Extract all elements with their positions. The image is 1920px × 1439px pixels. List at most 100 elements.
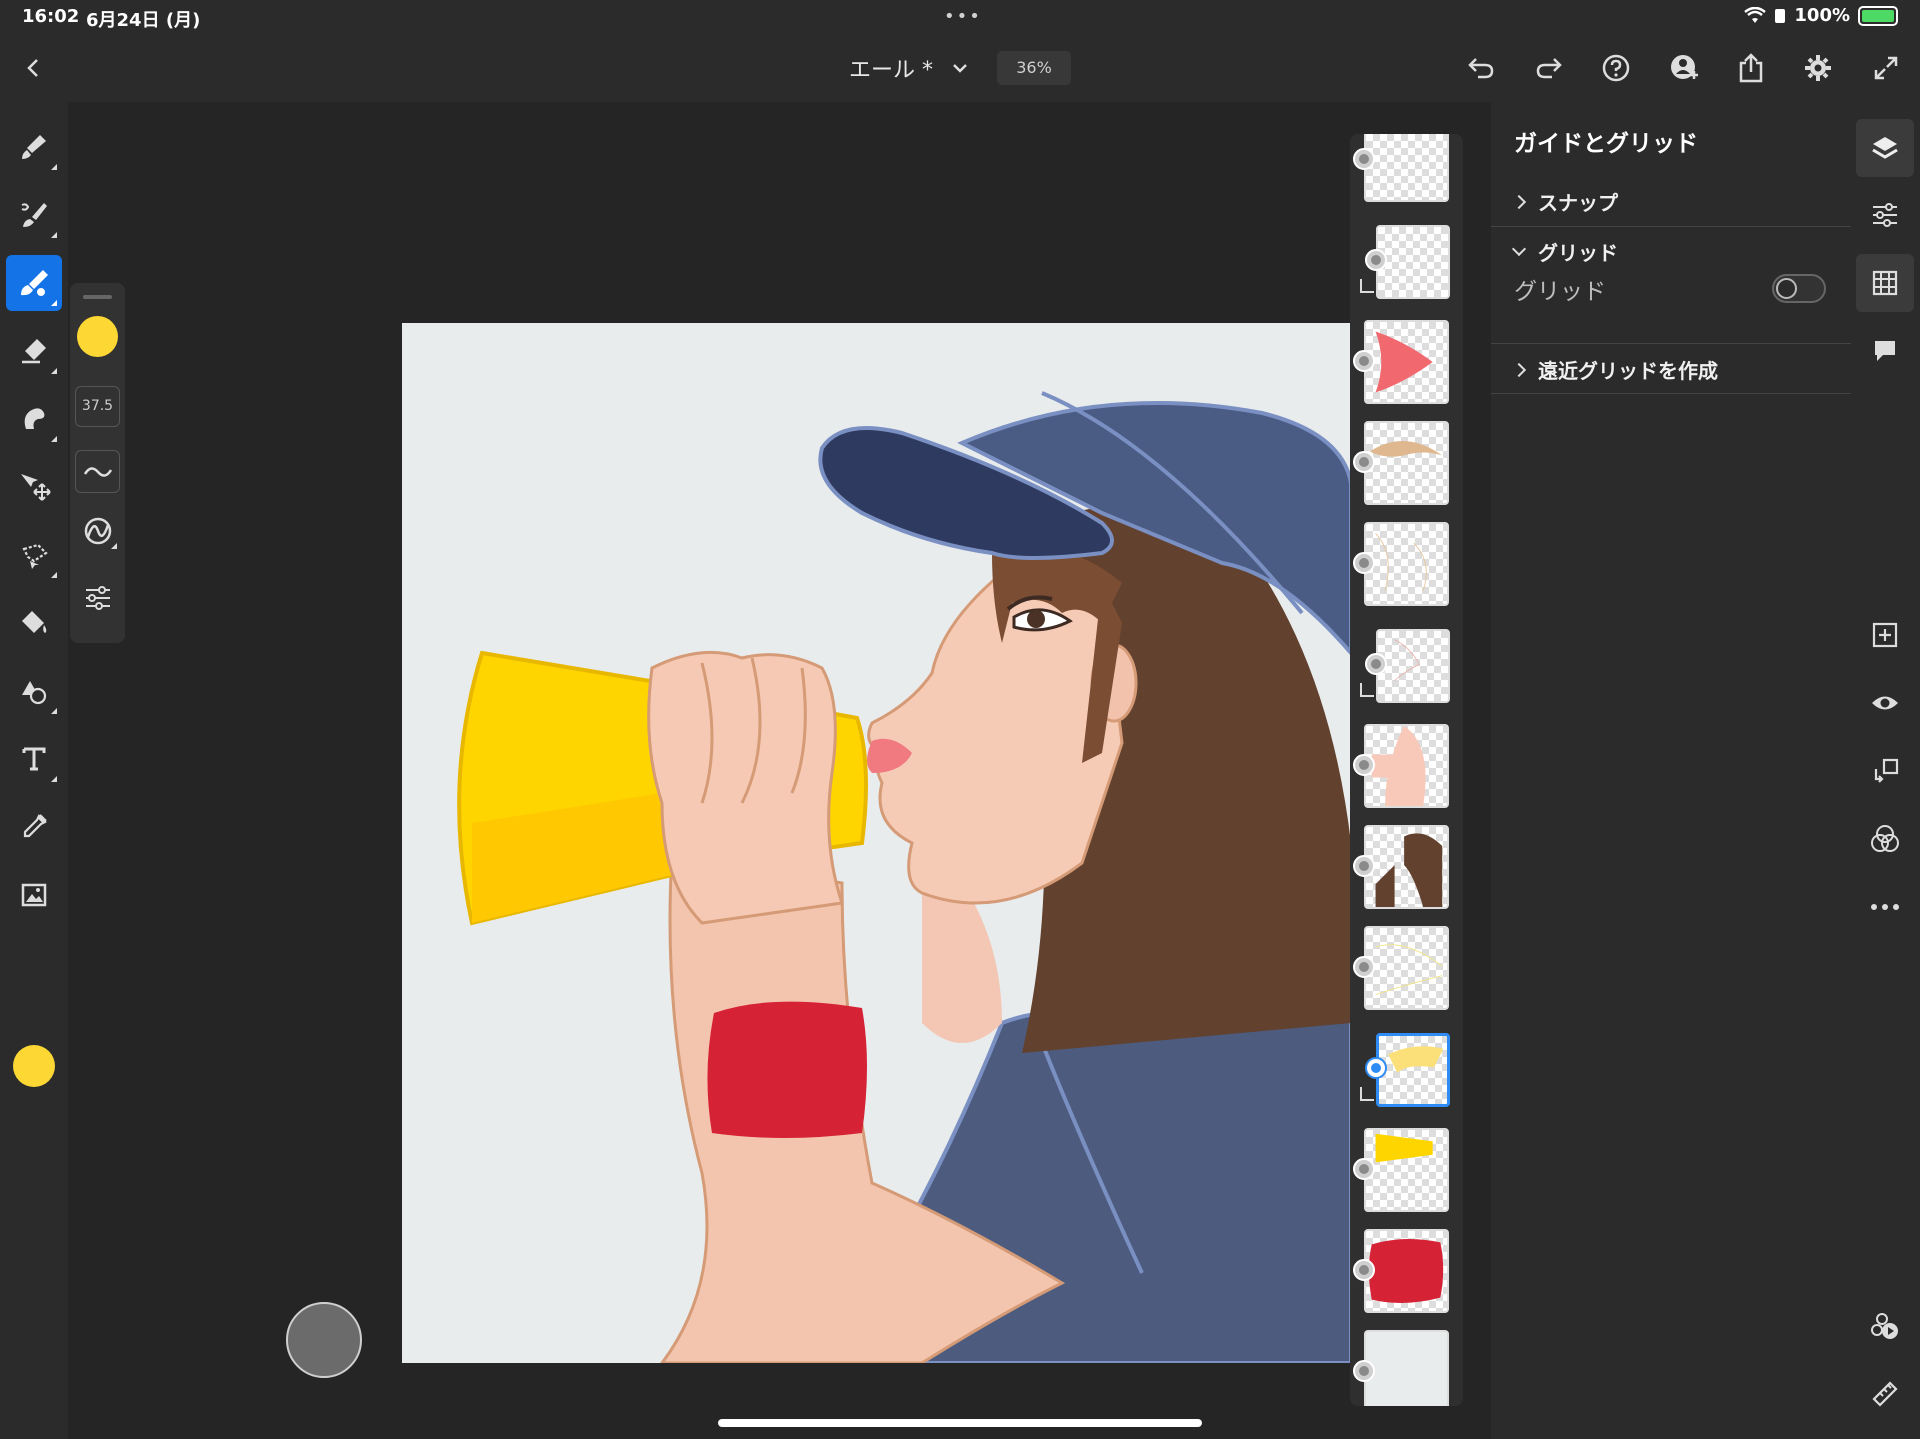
layer-visibility-toggle[interactable] (1353, 552, 1375, 574)
zoom-level[interactable]: 36% (997, 51, 1071, 85)
grid-panel-button[interactable] (1856, 254, 1914, 312)
layer-thumbnail[interactable] (1364, 320, 1449, 404)
gear-icon (1805, 55, 1831, 81)
redo-button[interactable] (1529, 48, 1569, 88)
eraser-tool[interactable] (6, 323, 62, 379)
layer-visibility-toggle[interactable] (1353, 1158, 1375, 1180)
layer-thumbnail[interactable] (1376, 225, 1450, 299)
layer-visibility-toggle[interactable] (1365, 653, 1387, 675)
layer-thumbnail[interactable] (1364, 926, 1449, 1010)
add-layer-button[interactable] (1856, 606, 1914, 664)
layers-strip (1350, 134, 1463, 1406)
ruler-button[interactable] (1856, 1365, 1914, 1423)
layer-visibility-toggle[interactable] (1353, 956, 1375, 978)
clip-arrow-icon (1360, 683, 1374, 697)
layer-thumbnail[interactable] (1364, 1229, 1449, 1313)
layer-thumbnail[interactable] (1364, 421, 1449, 505)
perspective-grid-section[interactable]: 遠近グリッドを作成 (1511, 355, 1718, 384)
snap-section[interactable]: スナップ (1511, 187, 1618, 216)
floating-modifier-button[interactable] (286, 1302, 362, 1378)
brush-settings-button[interactable] (75, 509, 120, 552)
layer-visibility-toggle[interactable] (1353, 451, 1375, 473)
brush-dynamics-icon (84, 517, 111, 544)
brush-color-swatch[interactable] (77, 316, 118, 357)
title-menu-button[interactable] (944, 48, 976, 88)
layer-visibility-toggle[interactable] (1353, 1360, 1375, 1382)
layer-visibility-toggle[interactable] (1365, 1057, 1387, 1079)
adjust-button[interactable] (75, 576, 120, 619)
visibility-button[interactable] (1856, 674, 1914, 732)
blend-mode-button[interactable] (1856, 810, 1914, 868)
status-bar: 16:02 6月24日 (月) ••• 100% (0, 0, 1920, 34)
undo-button[interactable] (1461, 48, 1501, 88)
document-title[interactable]: エール * (849, 52, 933, 84)
back-button[interactable] (14, 48, 54, 88)
eye-icon (1872, 696, 1898, 710)
add-user-icon (1671, 55, 1698, 79)
liquify-tool[interactable] (6, 391, 62, 447)
layer-thumbnail[interactable] (1364, 1330, 1449, 1406)
shape-tool[interactable] (6, 663, 62, 719)
selection-tool[interactable] (6, 527, 62, 583)
image-tool[interactable] (6, 867, 62, 923)
grid-section[interactable]: グリッド (1511, 237, 1618, 266)
move-icon (21, 474, 51, 501)
layer-visibility-toggle[interactable] (1365, 249, 1387, 271)
eraser-icon (22, 339, 46, 364)
paint-brush-tool[interactable] (6, 119, 62, 175)
layer-visibility-toggle[interactable] (1353, 148, 1375, 170)
fill-tool[interactable] (6, 595, 62, 651)
smudge-tool[interactable] (6, 187, 62, 243)
drawing-canvas[interactable] (402, 323, 1351, 1363)
sliders-icon (1873, 203, 1897, 227)
move-tool[interactable] (6, 459, 62, 515)
settings-button[interactable] (1798, 48, 1838, 88)
layer-visibility-toggle[interactable] (1353, 1259, 1375, 1281)
divider (1491, 343, 1851, 344)
more-options-button[interactable] (1856, 878, 1914, 936)
smoothing-button[interactable] (75, 450, 120, 493)
drag-handle[interactable] (83, 295, 112, 299)
invite-button[interactable] (1664, 48, 1704, 88)
divider (1491, 226, 1851, 227)
eyedropper-tool[interactable] (6, 799, 62, 855)
pixel-brush-tool[interactable] (6, 255, 62, 311)
layers-button[interactable] (1856, 119, 1914, 177)
help-button[interactable] (1596, 48, 1636, 88)
battery-percent: 100% (1794, 5, 1850, 26)
liquify-icon (24, 408, 45, 429)
comment-icon (1875, 341, 1895, 361)
playback-button[interactable] (1856, 1297, 1914, 1355)
clip-arrow-icon (1360, 279, 1374, 293)
color-picker-swatch[interactable] (13, 1045, 55, 1087)
grid-toggle[interactable] (1772, 274, 1826, 303)
layer-thumbnail[interactable] (1376, 1033, 1450, 1107)
layer-thumbnail[interactable] (1376, 629, 1450, 703)
layer-thumbnail[interactable] (1364, 825, 1449, 909)
layer-thumbnail[interactable] (1364, 1128, 1449, 1212)
status-indicators: 100% (1744, 5, 1898, 26)
clipping-mask-button[interactable] (1856, 742, 1914, 800)
brush-size-field[interactable]: 37.5 (75, 386, 120, 427)
adjustments-button[interactable] (1856, 186, 1914, 244)
layer-thumbnail[interactable] (1364, 522, 1449, 606)
layer-visibility-toggle[interactable] (1353, 855, 1375, 877)
chevron-right-icon (1511, 194, 1527, 209)
home-indicator[interactable] (718, 1419, 1202, 1427)
share-button[interactable] (1731, 48, 1771, 88)
properties-rail (1851, 102, 1920, 1439)
multitasking-dots[interactable]: ••• (944, 6, 982, 27)
comments-button[interactable] (1856, 322, 1914, 380)
layer-visibility-toggle[interactable] (1353, 350, 1375, 372)
eyedropper-icon (23, 814, 47, 838)
grid-section-label: グリッド (1538, 241, 1618, 265)
fullscreen-button[interactable] (1866, 48, 1906, 88)
add-layer-icon (1872, 622, 1898, 648)
sliders-icon (85, 585, 110, 610)
layer-thumbnail[interactable] (1364, 134, 1449, 202)
layer-visibility-toggle[interactable] (1353, 754, 1375, 776)
layer-thumbnail[interactable] (1364, 724, 1449, 808)
expand-icon (1874, 56, 1898, 80)
text-tool[interactable] (6, 731, 62, 787)
brush-icon (21, 203, 47, 227)
